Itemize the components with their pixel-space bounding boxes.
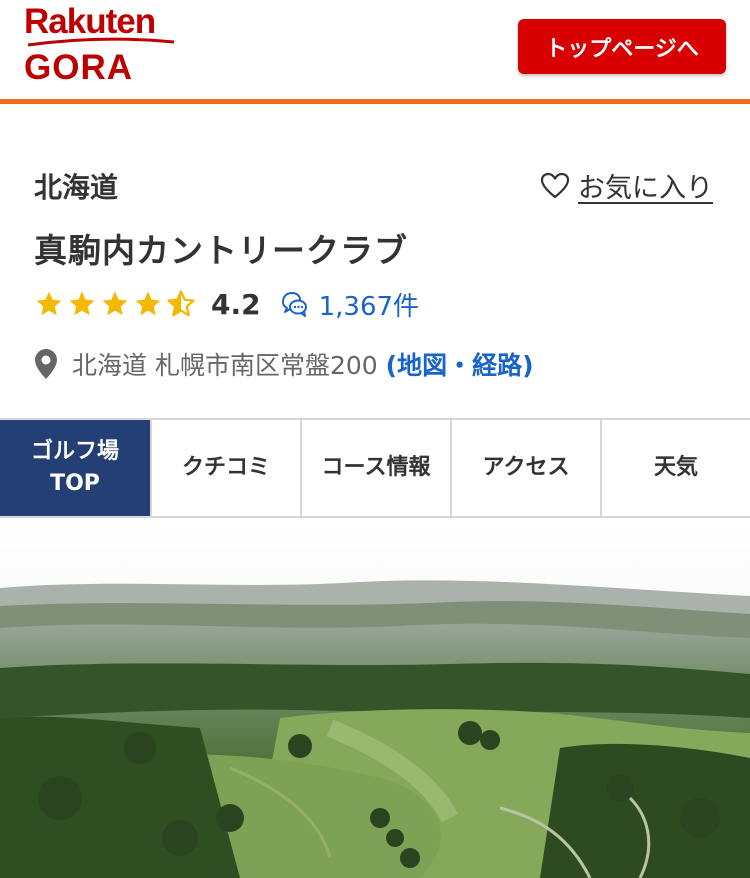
tab-label: コース情報: [321, 455, 431, 480]
course-aerial-photo: [0, 518, 750, 878]
tab-course-info[interactable]: コース情報: [300, 420, 450, 516]
heart-outline-icon: [540, 172, 570, 198]
favorite-label: お気に入り: [578, 173, 713, 204]
address-row: 北海道 札幌市南区常盤200 (地図・経路): [34, 346, 534, 382]
tab-label-line2: TOP: [50, 471, 100, 496]
tab-label: クチコミ: [181, 455, 270, 480]
region-label: 北海道: [34, 171, 119, 204]
star-icon: [69, 291, 95, 316]
star-icon: [135, 291, 161, 316]
top-page-button[interactable]: トップページへ: [518, 19, 726, 74]
logo-text-gora: GORA: [24, 48, 133, 87]
map-route-link[interactable]: (地図・経路): [386, 346, 534, 382]
chat-bubbles-icon: [281, 291, 307, 317]
map-pin-icon: [35, 349, 57, 379]
review-count-link[interactable]: 1,367件: [319, 286, 419, 323]
tab-access[interactable]: アクセス: [450, 420, 600, 516]
rating-row: 4.2 1,367件: [34, 283, 419, 325]
tab-golf-course-top[interactable]: ゴルフ場 TOP: [0, 420, 150, 516]
star-rating: [34, 289, 199, 319]
rating-value: 4.2: [211, 287, 261, 321]
star-icon: [102, 291, 128, 316]
star-icon: [36, 291, 62, 316]
tab-reviews[interactable]: クチコミ: [150, 420, 300, 516]
tab-label-line1: ゴルフ場: [30, 439, 119, 464]
tab-label: 天気: [653, 455, 698, 480]
address-text: 北海道 札幌市南区常盤200: [72, 351, 378, 380]
tab-weather[interactable]: 天気: [600, 420, 750, 516]
favorite-button[interactable]: お気に入り: [540, 166, 713, 205]
course-name: 真駒内カントリークラブ: [34, 231, 408, 270]
logo-swoosh: [27, 37, 175, 47]
aerial-photo-illustration: [0, 518, 750, 878]
course-tabs: ゴルフ場 TOP クチコミ コース情報 アクセス 天気: [0, 418, 750, 518]
tab-label: アクセス: [482, 455, 570, 480]
rakuten-gora-logo[interactable]: Rakuten GORA: [24, 4, 184, 88]
site-header: Rakuten GORA トップページへ: [0, 0, 750, 104]
logo-text-rakuten: Rakuten: [24, 2, 156, 41]
half-star-icon: [167, 290, 195, 317]
